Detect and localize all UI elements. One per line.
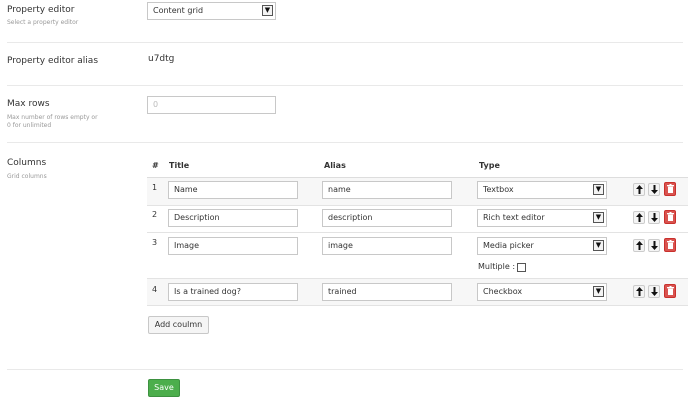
move-down-button[interactable] [648,285,660,298]
max-rows-description-line2: 0 for unlimited [7,122,52,129]
divider [7,42,683,43]
delete-button[interactable] [664,210,676,224]
chevron-down-icon: ▼ [262,5,273,16]
move-up-button[interactable] [633,239,645,252]
header-alias: Alias [324,161,346,170]
property-editor-label: Property editor [7,5,75,15]
divider [7,369,683,370]
move-up-button[interactable] [633,211,645,224]
move-down-button[interactable] [648,211,660,224]
property-editor-select[interactable]: Content grid ▼ [147,2,276,20]
column-type-value: Checkbox [483,287,523,296]
column-type-value: Media picker [483,241,534,250]
column-alias-input[interactable]: description [322,209,452,227]
trash-icon [666,286,674,295]
row-number: 1 [152,183,158,192]
divider [7,85,683,86]
columns-description: Grid columns [7,173,47,180]
trash-icon [666,212,674,221]
header-type: Type [479,161,500,170]
arrow-up-icon [635,287,643,296]
delete-button[interactable] [664,182,676,196]
move-up-button[interactable] [633,285,645,298]
property-editor-selected-value: Content grid [153,6,204,15]
multiple-checkbox[interactable] [517,263,526,272]
alias-value: u7dtg [148,54,175,64]
chevron-down-icon: ▼ [593,286,604,297]
column-alias-input[interactable]: image [322,237,452,255]
row-number: 4 [152,285,158,294]
add-column-button[interactable]: Add coulmn [148,316,209,334]
column-type-select[interactable]: Checkbox ▼ [477,283,607,301]
property-editor-description: Select a property editor [7,19,79,26]
arrow-down-icon [650,241,658,250]
row-rule [147,232,688,233]
divider [7,142,683,143]
column-type-select[interactable]: Textbox ▼ [477,181,607,199]
column-type-value: Textbox [483,185,514,194]
trash-icon [666,184,674,193]
arrow-up-icon [635,185,643,194]
column-title-input[interactable]: Image [168,237,298,255]
column-alias-input[interactable]: trained [322,283,452,301]
delete-button[interactable] [664,284,676,298]
trash-icon [666,240,674,249]
header-title: Title [169,161,190,170]
move-down-button[interactable] [648,183,660,196]
max-rows-description-line1: Max number of rows empty or [7,114,98,121]
max-rows-input[interactable]: 0 [147,96,276,114]
delete-button[interactable] [664,238,676,252]
arrow-down-icon [650,287,658,296]
row-number: 2 [152,210,158,219]
row-rule [147,205,688,206]
column-alias-input[interactable]: name [322,181,452,199]
row-number: 3 [152,238,158,247]
max-rows-label: Max rows [7,99,50,109]
arrow-up-icon [635,241,643,250]
column-title-input[interactable]: Description [168,209,298,227]
chevron-down-icon: ▼ [593,240,604,251]
chevron-down-icon: ▼ [593,212,604,223]
arrow-down-icon [650,185,658,194]
save-button[interactable]: Save [148,379,180,397]
arrow-up-icon [635,213,643,222]
chevron-down-icon: ▼ [593,184,604,195]
columns-label: Columns [7,158,47,168]
row-rule [147,305,688,306]
column-title-input[interactable]: Name [168,181,298,199]
row-rule [147,278,688,279]
move-down-button[interactable] [648,239,660,252]
header-num: # [152,161,159,170]
column-type-value: Rich text editor [483,213,545,222]
column-type-select[interactable]: Rich text editor ▼ [477,209,607,227]
move-up-button[interactable] [633,183,645,196]
multiple-label: Multiple : [478,262,516,271]
alias-label: Property editor alias [7,56,99,66]
column-type-select[interactable]: Media picker ▼ [477,237,607,255]
arrow-down-icon [650,213,658,222]
column-title-input[interactable]: Is a trained dog? [168,283,298,301]
